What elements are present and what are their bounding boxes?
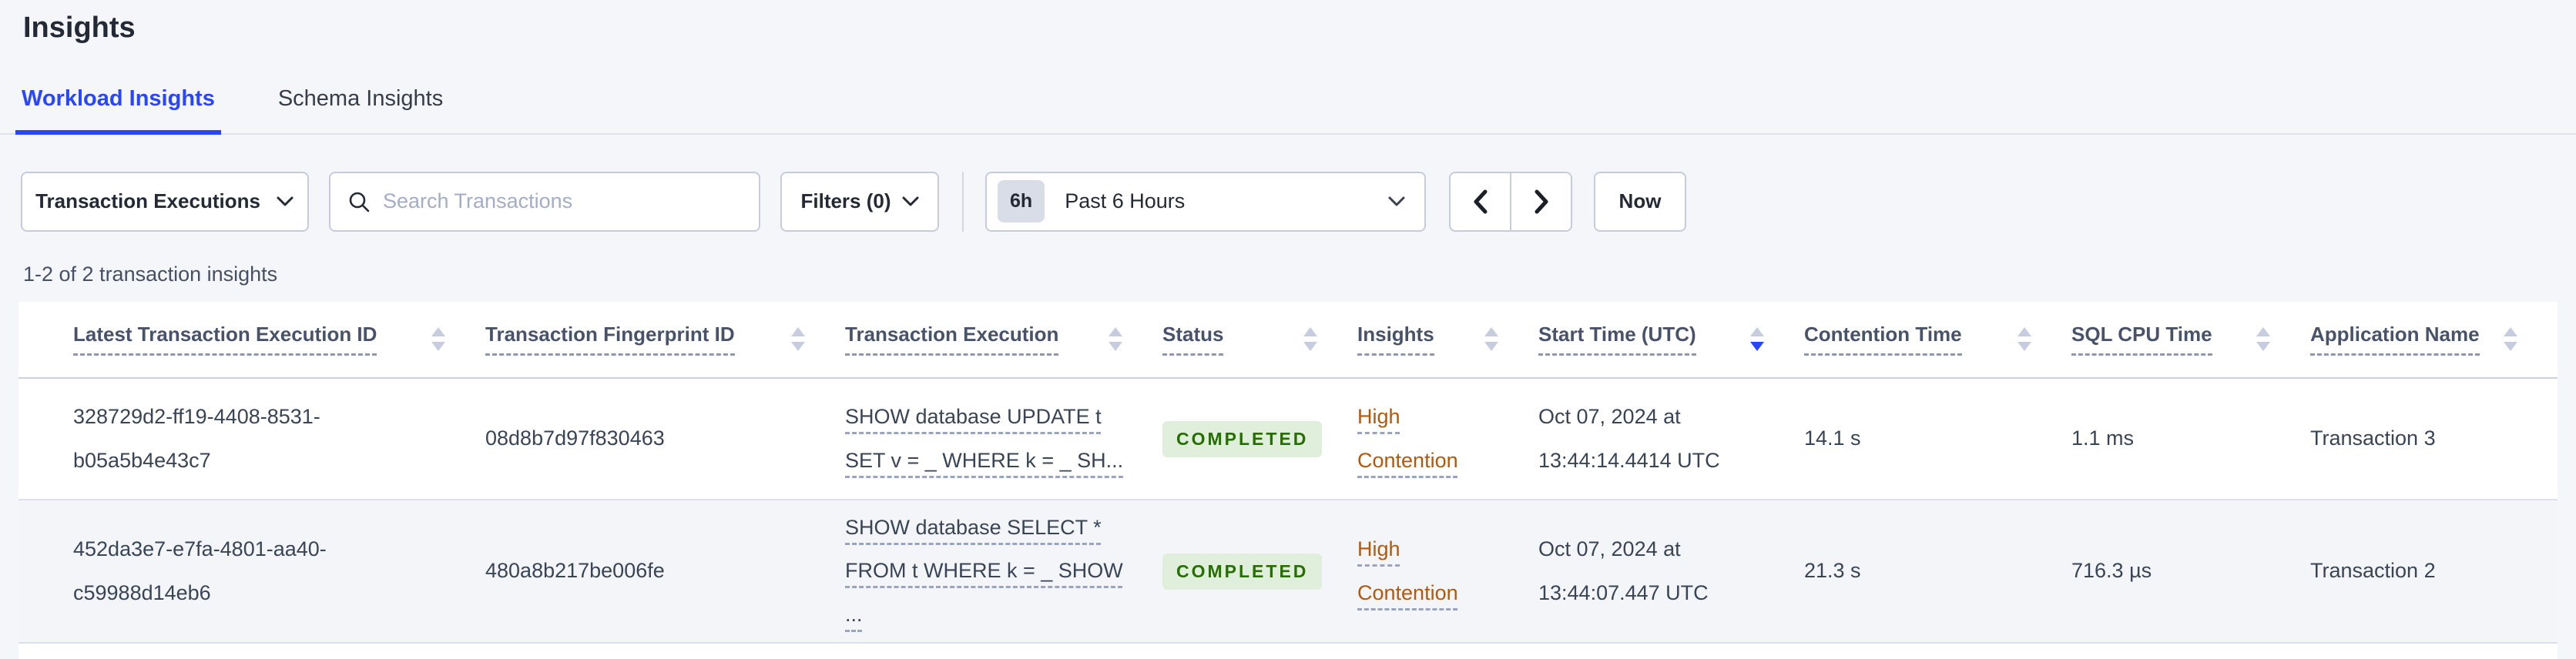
chevron-down-icon [1388, 196, 1405, 206]
cell-start-time: Oct 07, 2024 at 13:44:07.447 UTC [1538, 537, 1709, 604]
search-input[interactable] [383, 189, 742, 214]
chevron-down-icon [277, 196, 293, 206]
insight-type-dropdown[interactable]: Transaction Executions [21, 171, 309, 232]
cell-contention-time: 21.3 s [1804, 559, 1861, 583]
filters-label: Filters (0) [800, 189, 891, 213]
chevron-right-icon [1535, 189, 1548, 214]
column-header-contention-time[interactable]: Contention Time [1804, 302, 2071, 377]
transaction-execution-link[interactable]: SHOW database SELECT * FROM t WHERE k = … [845, 516, 1123, 626]
time-range-picker[interactable]: 6h Past 6 Hours [985, 171, 1426, 232]
cell-start-time: Oct 07, 2024 at 13:44:14.4414 UTC [1538, 404, 1720, 472]
insight-type-label: Transaction Executions [35, 189, 260, 213]
column-header-sql-cpu-time[interactable]: SQL CPU Time [2071, 302, 2310, 377]
sort-arrows-icon[interactable] [2256, 327, 2270, 352]
time-range-label: Past 6 Hours [1065, 189, 1186, 213]
tab-schema-insights[interactable]: Schema Insights [272, 86, 449, 135]
search-box[interactable] [329, 171, 760, 232]
tab-workload-insights[interactable]: Workload Insights [15, 86, 221, 135]
filters-button[interactable]: Filters (0) [780, 171, 939, 232]
cell-execution-id: 328729d2-ff19-4408-8531- b05a5b4e43c7 [73, 404, 320, 472]
cell-contention-time: 14.1 s [1804, 427, 1861, 450]
transaction-execution-link[interactable]: SHOW database UPDATE t SET v = _ WHERE k… [845, 405, 1123, 472]
toolbar: Transaction Executions Filters (0) 6h Pa… [21, 171, 2576, 232]
table-row: 328729d2-ff19-4408-8531- b05a5b4e43c7 08… [18, 379, 2558, 500]
sort-arrows-icon[interactable] [2018, 327, 2031, 352]
next-time-range-button[interactable] [1511, 171, 1572, 232]
insights-page: Insights Workload Insights Schema Insigh… [0, 0, 2576, 659]
column-header-application-name[interactable]: Application Name [2310, 302, 2558, 377]
insight-high-contention-link[interactable]: High Contention [1357, 405, 1458, 472]
sort-arrows-icon[interactable] [791, 327, 805, 352]
column-header-status[interactable]: Status [1162, 302, 1357, 377]
insights-table-card: Latest Transaction Execution ID Transact… [18, 301, 2558, 659]
sort-arrows-icon-active-desc[interactable] [1750, 327, 1764, 352]
column-header-latest-transaction-execution-id[interactable]: Latest Transaction Execution ID [73, 302, 485, 377]
status-badge: COMPLETED [1162, 421, 1323, 458]
column-header-transaction-fingerprint-id[interactable]: Transaction Fingerprint ID [485, 302, 845, 377]
time-range-pager [1449, 171, 1572, 232]
chevron-left-icon [1474, 189, 1487, 214]
column-header-insights[interactable]: Insights [1357, 302, 1538, 377]
previous-time-range-button[interactable] [1449, 171, 1511, 232]
chevron-down-icon [902, 196, 919, 206]
cell-application-name: Transaction 2 [2310, 559, 2436, 583]
cell-application-name: Transaction 3 [2310, 427, 2436, 450]
tab-bar: Workload Insights Schema Insights [0, 86, 2576, 135]
search-icon [349, 192, 370, 212]
toolbar-divider [962, 171, 964, 232]
now-button[interactable]: Now [1594, 171, 1686, 232]
time-range-badge: 6h [998, 180, 1045, 223]
column-header-start-time[interactable]: Start Time (UTC) [1538, 302, 1804, 377]
column-header-transaction-execution[interactable]: Transaction Execution [845, 302, 1162, 377]
insight-high-contention-link[interactable]: High Contention [1357, 537, 1458, 604]
status-badge: COMPLETED [1162, 554, 1323, 590]
results-summary: 1-2 of 2 transaction insights [23, 262, 278, 286]
page-title: Insights [23, 12, 136, 44]
table-header-row: Latest Transaction Execution ID Transact… [18, 302, 2558, 379]
cell-sql-cpu-time: 1.1 ms [2071, 427, 2135, 450]
cell-execution-id: 452da3e7-e7fa-4801-aa40- c59988d14eb6 [73, 537, 327, 604]
cell-fingerprint-id: 480a8b217be006fe [485, 559, 665, 583]
cell-sql-cpu-time: 716.3 µs [2071, 559, 2152, 583]
sort-arrows-icon[interactable] [431, 327, 445, 352]
sort-arrows-icon[interactable] [1303, 327, 1317, 352]
sort-arrows-icon[interactable] [2504, 327, 2517, 352]
table-row: 452da3e7-e7fa-4801-aa40- c59988d14eb6 48… [18, 500, 2558, 644]
sort-arrows-icon[interactable] [1109, 327, 1122, 352]
sort-arrows-icon[interactable] [1484, 327, 1498, 352]
cell-fingerprint-id: 08d8b7d97f830463 [485, 427, 665, 450]
